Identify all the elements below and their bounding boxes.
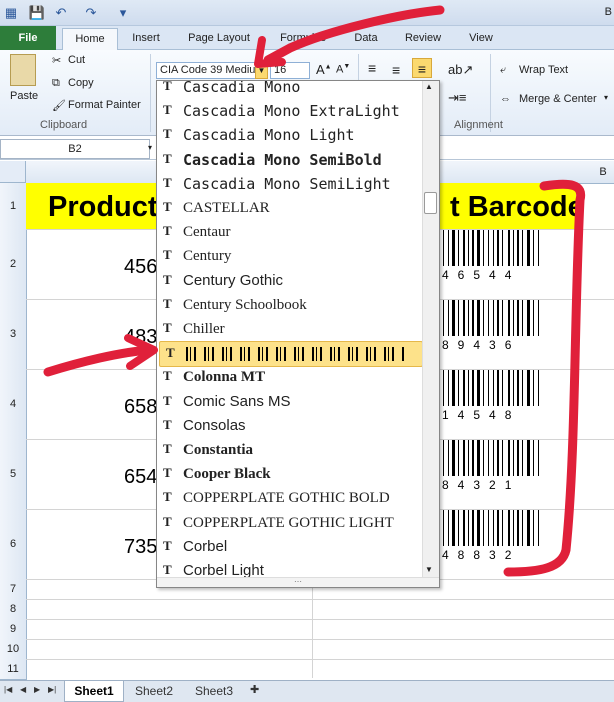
annotation-bracket [503, 179, 586, 577]
annotation-overlay [43, 5, 586, 577]
annotation-arrow-top [263, 5, 445, 65]
